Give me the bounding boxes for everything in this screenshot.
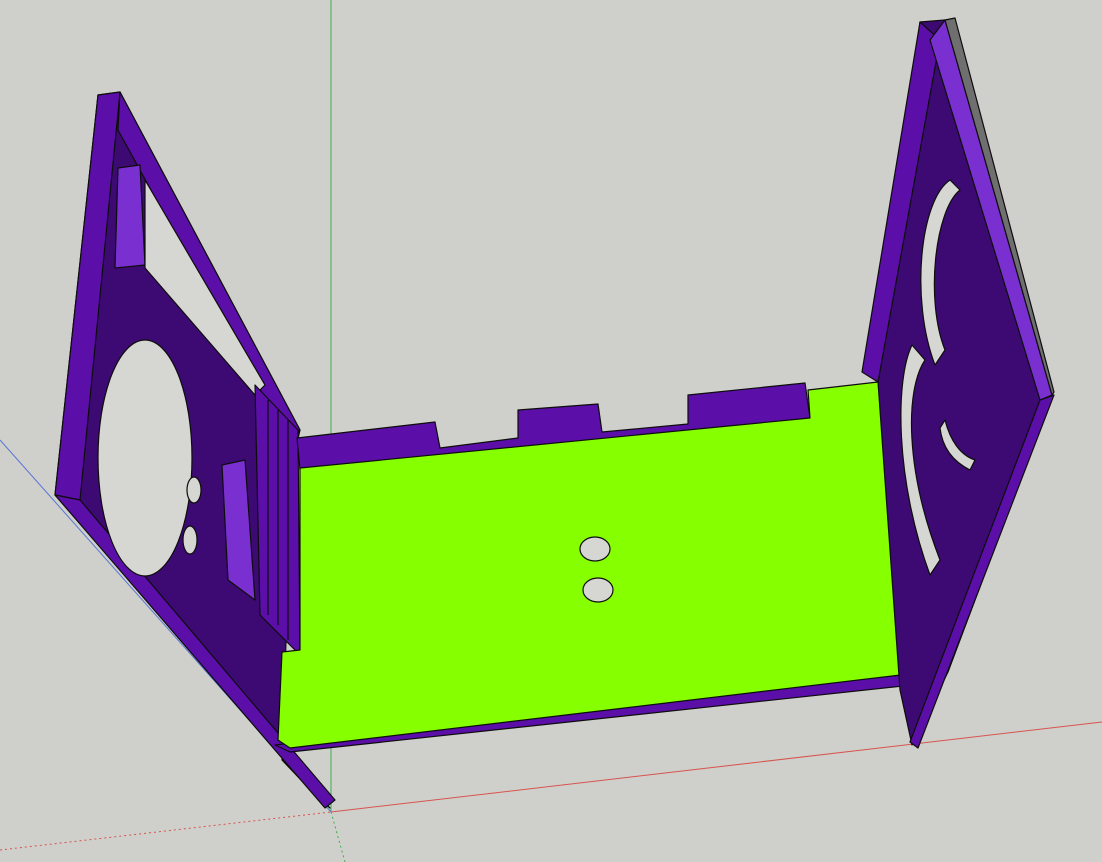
left-large-hole (97, 339, 193, 577)
left-rail-upper (114, 164, 146, 269)
floor-hole-1 (579, 536, 611, 562)
left-small-hole-2 (182, 525, 198, 555)
red-axis-dashed (0, 811, 332, 851)
green-axis-dashed (330, 811, 346, 862)
model-canvas[interactable] (0, 0, 1102, 862)
floor-hole-2 (582, 577, 614, 603)
sketchup-viewport[interactable] (0, 0, 1102, 862)
left-small-hole-1 (186, 476, 202, 504)
